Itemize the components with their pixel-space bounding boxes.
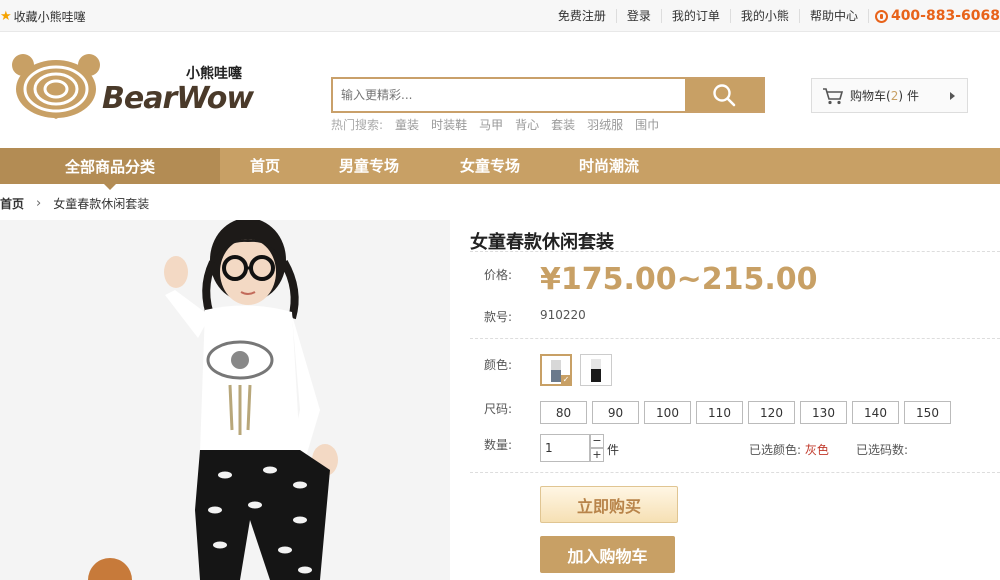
all-categories[interactable]: 全部商品分类: [0, 148, 220, 190]
buy-now-button[interactable]: 立即购买: [540, 486, 678, 523]
hot-keyword[interactable]: 羽绒服: [587, 116, 623, 133]
hot-keyword[interactable]: 时装鞋: [431, 116, 467, 133]
check-icon: ✓: [561, 375, 571, 385]
breadcrumb-home[interactable]: 首页: [0, 195, 24, 212]
size-option[interactable]: 150: [904, 401, 951, 424]
hot-search-label: 热门搜索:: [331, 118, 384, 132]
code-label: 款号:: [484, 310, 513, 324]
cart-count: 2: [890, 88, 899, 103]
breadcrumb: 首页 › 女童春款休闲套装: [0, 195, 149, 212]
hot-keyword[interactable]: 马甲: [479, 116, 503, 133]
nav-item-girls[interactable]: 女童专场: [460, 148, 520, 184]
chevron-right-icon: ›: [36, 196, 42, 211]
color-swatch-gray[interactable]: ✓: [540, 354, 572, 386]
main-nav: 全部商品分类 首页 男童专场 女童专场 时尚潮流: [0, 148, 1000, 190]
favorite-link[interactable]: ★ 收藏小熊哇噻: [0, 8, 86, 25]
star-icon: ★: [0, 9, 12, 24]
selected-size-label: 已选码数:: [856, 443, 909, 457]
my-account-link[interactable]: 我的小熊: [731, 9, 800, 23]
size-label: 尺码:: [484, 402, 513, 416]
top-links: 免费注册 登录 我的订单 我的小熊 帮助中心 400-883-6068: [548, 8, 1000, 24]
price-label: 价格:: [484, 268, 513, 282]
selected-color-value: 灰色: [804, 443, 829, 457]
size-option[interactable]: 120: [748, 401, 795, 424]
size-option[interactable]: 140: [852, 401, 899, 424]
nav-item-fashion[interactable]: 时尚潮流: [579, 148, 639, 184]
color-swatch-black[interactable]: [580, 354, 612, 386]
logo-brand: BearWow: [102, 81, 254, 116]
quantity-unit: 件: [607, 443, 620, 457]
hot-keyword[interactable]: 围巾: [635, 116, 659, 133]
help-center-link[interactable]: 帮助中心: [800, 9, 869, 23]
size-option[interactable]: 130: [800, 401, 847, 424]
register-link[interactable]: 免费注册: [548, 9, 617, 23]
logo-chinese: 小熊哇噻: [186, 66, 242, 82]
phone-icon: [874, 9, 888, 23]
product-photo: [0, 220, 450, 580]
nav-item-home[interactable]: 首页: [250, 148, 280, 184]
hotline: 400-883-6068: [874, 8, 1000, 24]
search-button[interactable]: [685, 79, 763, 111]
size-option[interactable]: 80: [540, 401, 587, 424]
product-price: ¥175.00~215.00: [540, 262, 818, 297]
phone-number: 400-883-6068: [890, 8, 1000, 24]
search-icon: [713, 84, 736, 107]
hot-search: 热门搜索: 童装 时装鞋 马甲 背心 套装 羽绒服 围巾: [331, 116, 671, 133]
outfit-thumbnail-black: [591, 359, 601, 382]
search-input[interactable]: [333, 79, 685, 111]
decrement-button[interactable]: −: [590, 434, 604, 448]
nav-item-boys[interactable]: 男童专场: [339, 148, 399, 184]
size-option[interactable]: 90: [592, 401, 639, 424]
shopping-cart-icon: [823, 87, 844, 104]
cart-unit: 件: [907, 89, 920, 103]
cart-button[interactable]: 购物车 (2) 件: [811, 78, 968, 113]
hot-keyword[interactable]: 童装: [395, 116, 419, 133]
size-option[interactable]: 110: [696, 401, 743, 424]
search-box: [331, 77, 765, 113]
breadcrumb-current: 女童春款休闲套装: [53, 197, 150, 211]
quantity-label: 数量:: [484, 438, 513, 452]
my-orders-link[interactable]: 我的订单: [662, 9, 731, 23]
chevron-right-icon: [950, 92, 955, 100]
favorite-label: 收藏小熊哇噻: [13, 10, 86, 24]
login-link[interactable]: 登录: [617, 9, 662, 23]
color-label: 颜色:: [484, 358, 513, 372]
cart-label: 购物车: [850, 89, 887, 103]
top-bar: ★ 收藏小熊哇噻 免费注册 登录 我的订单 我的小熊 帮助中心 400-883-…: [0, 0, 1000, 32]
bear-logo-icon: [12, 54, 100, 119]
divider: [470, 472, 1000, 473]
size-option[interactable]: 100: [644, 401, 691, 424]
increment-button[interactable]: +: [590, 448, 604, 462]
product-code: 910220: [540, 308, 586, 322]
selected-color-label: 已选颜色:: [749, 443, 802, 457]
selected-color: 已选颜色: 灰色: [749, 441, 829, 458]
quantity-input[interactable]: 1: [540, 434, 590, 462]
add-to-cart-button[interactable]: 加入购物车: [540, 536, 675, 573]
product-image[interactable]: [0, 220, 450, 580]
hot-keyword[interactable]: 套装: [551, 116, 575, 133]
site-logo[interactable]: 小熊哇噻 BearWow: [10, 53, 255, 123]
hot-keyword[interactable]: 背心: [515, 116, 539, 133]
